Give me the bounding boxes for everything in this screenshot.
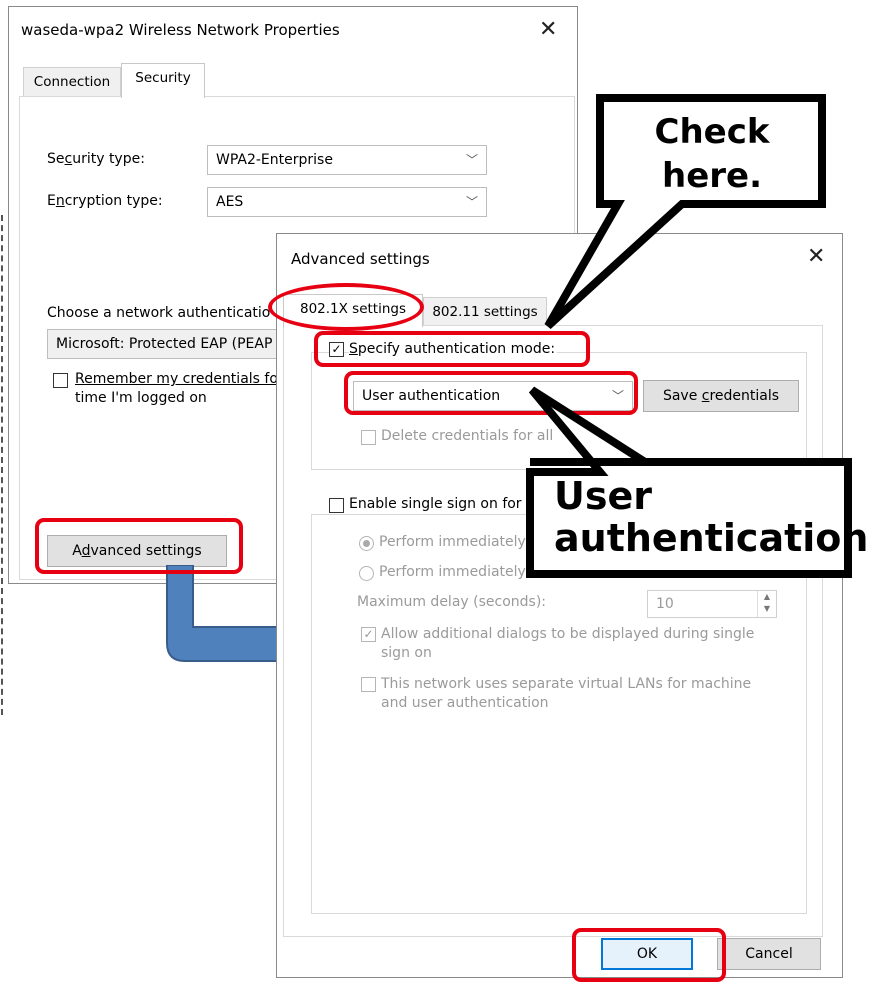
remember-credentials-label-2: time I'm logged on [75,390,207,406]
perform-before-radio[interactable] [359,536,374,551]
perform-after-radio[interactable] [359,566,374,581]
perform-after-label: Perform immediately [379,564,526,580]
chevron-down-icon: ﹀ [465,153,478,167]
cancel-button[interactable]: Cancel [717,938,821,970]
allow-dialogs-label: Allow additional dialogs to be displayed… [381,626,755,661]
specify-auth-highlight [314,331,590,367]
close-icon[interactable]: ✕ [539,19,557,41]
tab-connection[interactable]: Connection [23,67,121,97]
allow-dialogs-checkbox[interactable]: ✓ [361,627,376,642]
delete-credentials-label: Delete credentials for all [381,428,554,444]
tab-802-1x-highlight [268,283,424,331]
security-type-label: Security type: [47,151,145,167]
max-delay-label: Maximum delay (seconds): [357,594,546,610]
check-here-text: Check here. [654,112,770,196]
separate-vlans-label: This network uses separate virtual LANs … [381,676,752,711]
dialog-title: Advanced settings [291,250,430,268]
auth-method-select[interactable]: Microsoft: Protected EAP (PEAP [47,329,307,359]
save-credentials-button[interactable]: Save credentials [643,380,799,412]
close-icon[interactable]: ✕ [807,246,825,268]
encryption-type-label: Encryption type: [47,193,163,209]
delete-credentials-checkbox[interactable] [361,430,376,445]
spinner-arrows-icon: ▲ ▼ [757,591,776,617]
auth-method-label: Choose a network authenticatio [47,305,271,321]
ok-button-highlight [572,928,726,982]
user-auth-text-2: authentication [554,516,869,560]
auth-mode-highlight [344,371,638,415]
encryption-type-select[interactable]: AES ﹀ [207,187,487,217]
remember-credentials-checkbox[interactable] [53,373,68,388]
advanced-settings-highlight [35,518,243,574]
tab-802-11[interactable]: 802.11 settings [423,297,547,327]
window-title: waseda-wpa2 Wireless Network Properties [21,21,340,39]
tab-security[interactable]: Security [121,63,205,98]
sso-checkbox[interactable] [329,498,344,513]
max-delay-spinner[interactable]: 10 ▲ ▼ [647,590,777,618]
remember-credentials-label-1: Remember my credentials fo [75,371,278,387]
sso-label: Enable single sign on for [349,496,526,512]
separate-vlans-checkbox[interactable] [361,677,376,692]
security-type-select[interactable]: WPA2-Enterprise ﹀ [207,145,487,175]
chevron-down-icon: ﹀ [465,195,478,209]
dashed-edge [1,215,3,715]
perform-before-label: Perform immediately [379,534,526,550]
user-auth-text-1: User [554,474,652,518]
